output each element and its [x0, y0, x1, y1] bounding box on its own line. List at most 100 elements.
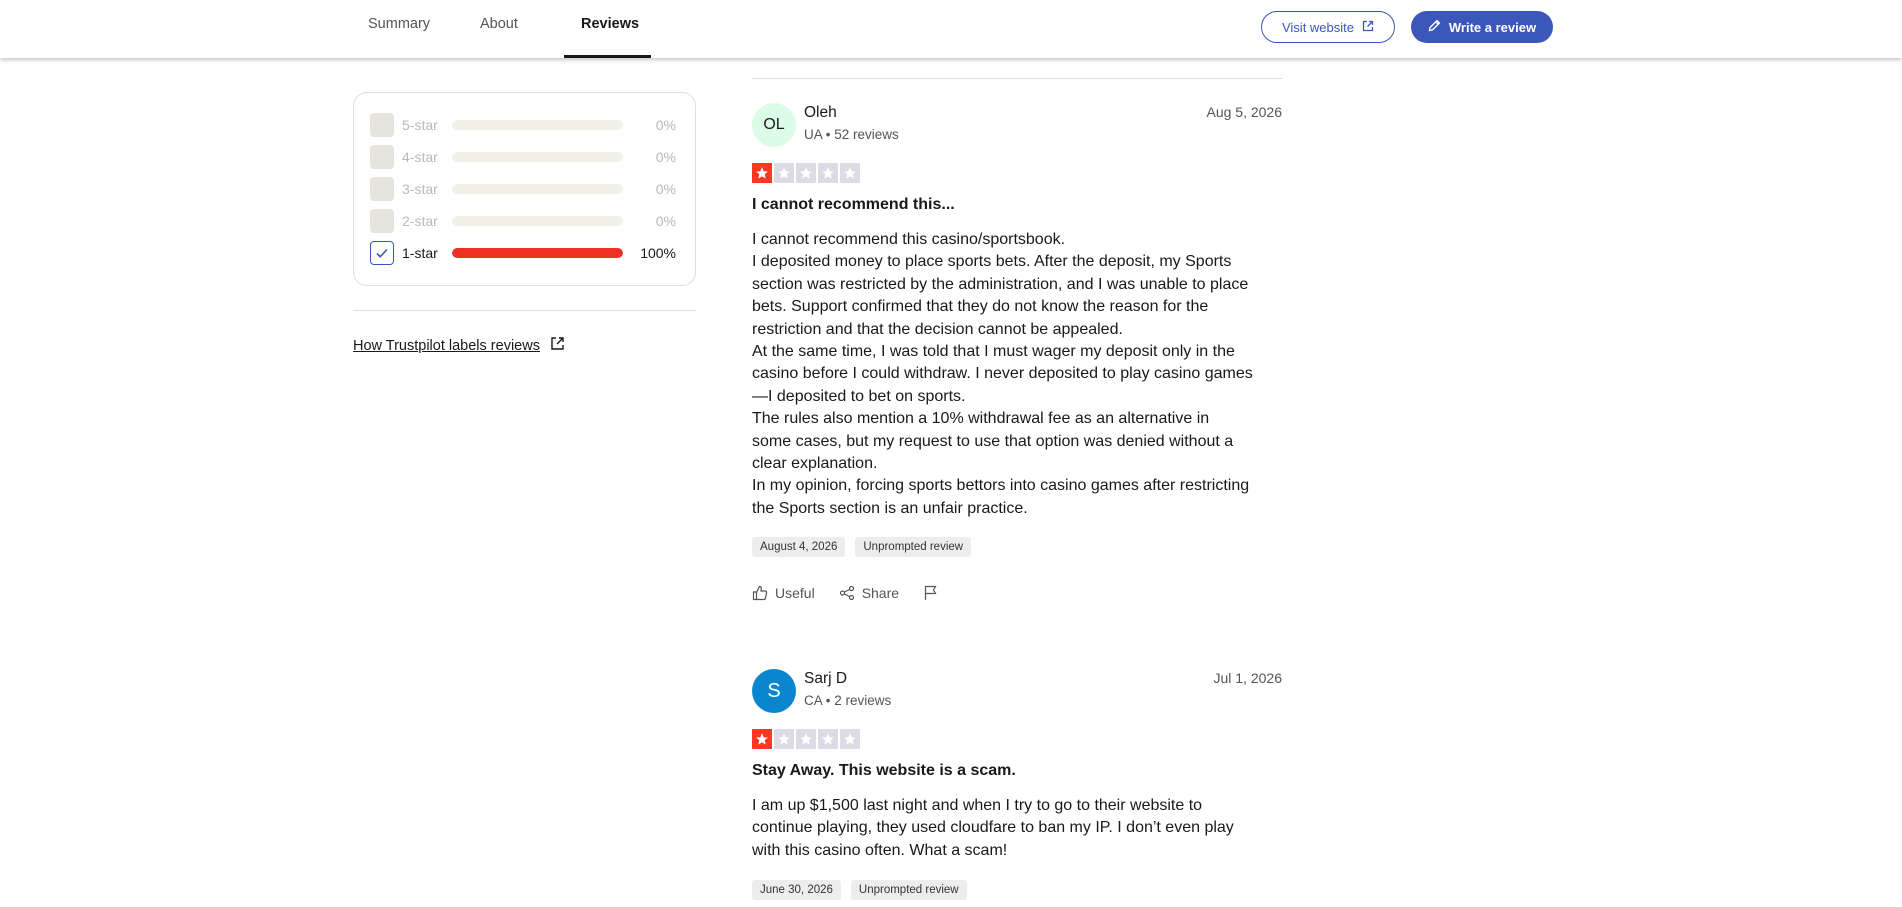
review-chips: August 4, 2026 Unprompted review [752, 537, 972, 557]
star-icon [840, 163, 860, 183]
filter-bar-track [452, 120, 623, 130]
review-body-line: casino before I could withdraw. I never … [752, 365, 1253, 383]
section-tabs: Summary About Reviews [353, 0, 651, 58]
star-icon [840, 729, 860, 749]
tab-summary[interactable]: Summary [353, 0, 456, 58]
filter-checkbox[interactable] [370, 177, 394, 201]
star-icon [752, 729, 772, 749]
pencil-icon [1428, 19, 1441, 35]
filter-percent: 0% [655, 213, 676, 229]
review-chips: June 30, 2026 Unprompted review [752, 880, 967, 900]
share-icon [839, 585, 854, 601]
review-title[interactable]: I cannot recommend this... [752, 196, 955, 214]
review-body-line: The rules also mention a 10% withdrawal … [752, 410, 1210, 428]
star-icon [796, 163, 816, 183]
star-icon [796, 729, 816, 749]
filter-percent: 0% [655, 181, 676, 197]
avatar[interactable]: OL [752, 103, 796, 147]
avatar[interactable]: S [752, 669, 796, 713]
checkmark-icon [376, 248, 388, 258]
divider [752, 78, 1282, 79]
divider [353, 310, 696, 311]
review-date: Jul 1, 2026 [1213, 670, 1283, 686]
filter-row-2-star[interactable]: 2-star 0% [370, 209, 680, 233]
reviewer-meta: UA • 52 reviews [804, 127, 899, 142]
write-review-button[interactable]: Write a review [1411, 11, 1553, 43]
experience-date-badge: June 30, 2026 [752, 880, 841, 900]
filter-label: 5-star [402, 117, 438, 133]
review-date: Aug 5, 2026 [1206, 104, 1282, 120]
filter-row-4-star[interactable]: 4-star 0% [370, 145, 680, 169]
filter-label: 2-star [402, 213, 438, 229]
filter-bar-fill [452, 248, 623, 258]
useful-label: Useful [775, 585, 815, 601]
review-title[interactable]: Stay Away. This website is a scam. [752, 762, 1016, 780]
external-link-icon [1362, 20, 1374, 35]
visit-website-button[interactable]: Visit website [1261, 11, 1395, 43]
top-navigation-bar: Summary About Reviews Visit website Writ… [0, 0, 1902, 58]
review-body-line: clear explanation. [752, 455, 878, 473]
rating-filter-card: 5-star 0% 4-star 0% 3-star 0% 2-star 0% … [353, 92, 696, 286]
review-body-line: In my opinion, forcing sports bettors in… [752, 477, 1250, 495]
filter-row-5-star[interactable]: 5-star 0% [370, 113, 680, 137]
review-body-line: the Sports section is an unfair practice… [752, 499, 1028, 517]
reviewer-meta: CA • 2 reviews [804, 693, 892, 708]
filter-percent: 0% [655, 149, 676, 165]
review-body-line: I cannot recommend this casino/sportsboo… [752, 231, 1066, 248]
filter-row-1-star[interactable]: 1-star 100% [370, 241, 680, 265]
filter-checkbox-checked[interactable] [370, 241, 394, 265]
review-body-line: bets. Support confirmed that they do not… [752, 298, 1209, 316]
report-button[interactable] [923, 585, 939, 601]
write-review-label: Write a review [1448, 19, 1537, 35]
tab-reviews[interactable]: Reviews [564, 0, 651, 58]
useful-button[interactable]: Useful [752, 585, 815, 601]
review-body-line: I am up $1,500 last night and when I try… [752, 797, 1203, 814]
thumbs-up-icon [752, 585, 768, 601]
review-body-line: continue playing, they used cloudfare to… [752, 819, 1234, 837]
filter-checkbox[interactable] [370, 145, 394, 169]
experience-date-badge: August 4, 2026 [752, 537, 846, 557]
flag-icon [924, 585, 937, 600]
review-body: I am up $1,500 last night and when I try… [752, 795, 1282, 862]
filter-checkbox[interactable] [370, 209, 394, 233]
review-body-line: At the same time, I was told that I must… [752, 343, 1235, 361]
filter-percent: 0% [655, 117, 676, 133]
star-rating [752, 729, 860, 749]
share-button[interactable]: Share [839, 585, 899, 601]
filter-checkbox[interactable] [370, 113, 394, 137]
labels-link-text: How Trustpilot labels reviews [353, 337, 540, 354]
filter-bar-track [452, 184, 623, 194]
star-icon [774, 163, 794, 183]
unprompted-review-badge[interactable]: Unprompted review [855, 537, 972, 557]
review-body-line: I deposited money to place sports bets. … [752, 253, 1232, 271]
filter-bar-track [452, 216, 623, 226]
star-icon [774, 729, 794, 749]
review-body-line: with this casino often. What a scam! [752, 841, 1008, 859]
filter-row-3-star[interactable]: 3-star 0% [370, 177, 680, 201]
review-body-line: some cases, but my request to use that o… [752, 432, 1234, 450]
filter-label: 4-star [402, 149, 438, 165]
filter-bar-track [452, 248, 623, 258]
star-icon [752, 163, 772, 183]
review-body-line: section was restricted by the administra… [752, 275, 1249, 293]
reviewer-name[interactable]: Sarj D [804, 670, 847, 688]
star-icon [818, 163, 838, 183]
unprompted-review-badge[interactable]: Unprompted review [850, 880, 967, 900]
filter-percent: 100% [640, 245, 676, 261]
filter-label: 1-star [402, 245, 438, 261]
review-body-line: —I deposited to bet on sports. [752, 387, 966, 405]
share-label: Share [861, 585, 900, 601]
how-trustpilot-labels-link[interactable]: How Trustpilot labels reviews [353, 336, 565, 355]
review-actions: Useful Share [752, 585, 939, 601]
filter-label: 3-star [402, 181, 438, 197]
filter-bar-track [452, 152, 623, 162]
review-body-line: restriction and that the decision cannot… [752, 320, 1123, 338]
tab-about[interactable]: About [456, 0, 564, 58]
reviewer-name[interactable]: Oleh [804, 104, 837, 122]
visit-website-label: Visit website [1281, 19, 1354, 35]
external-link-icon [550, 336, 565, 355]
review-body: I cannot recommend this casino/sportsboo… [752, 229, 1282, 520]
review-card: OL Oleh UA • 52 reviews Aug 5, 2026 I ca… [752, 103, 1282, 613]
review-card: S Sarj D CA • 2 reviews Jul 1, 2026 Stay… [752, 669, 1282, 907]
star-rating [752, 163, 860, 183]
